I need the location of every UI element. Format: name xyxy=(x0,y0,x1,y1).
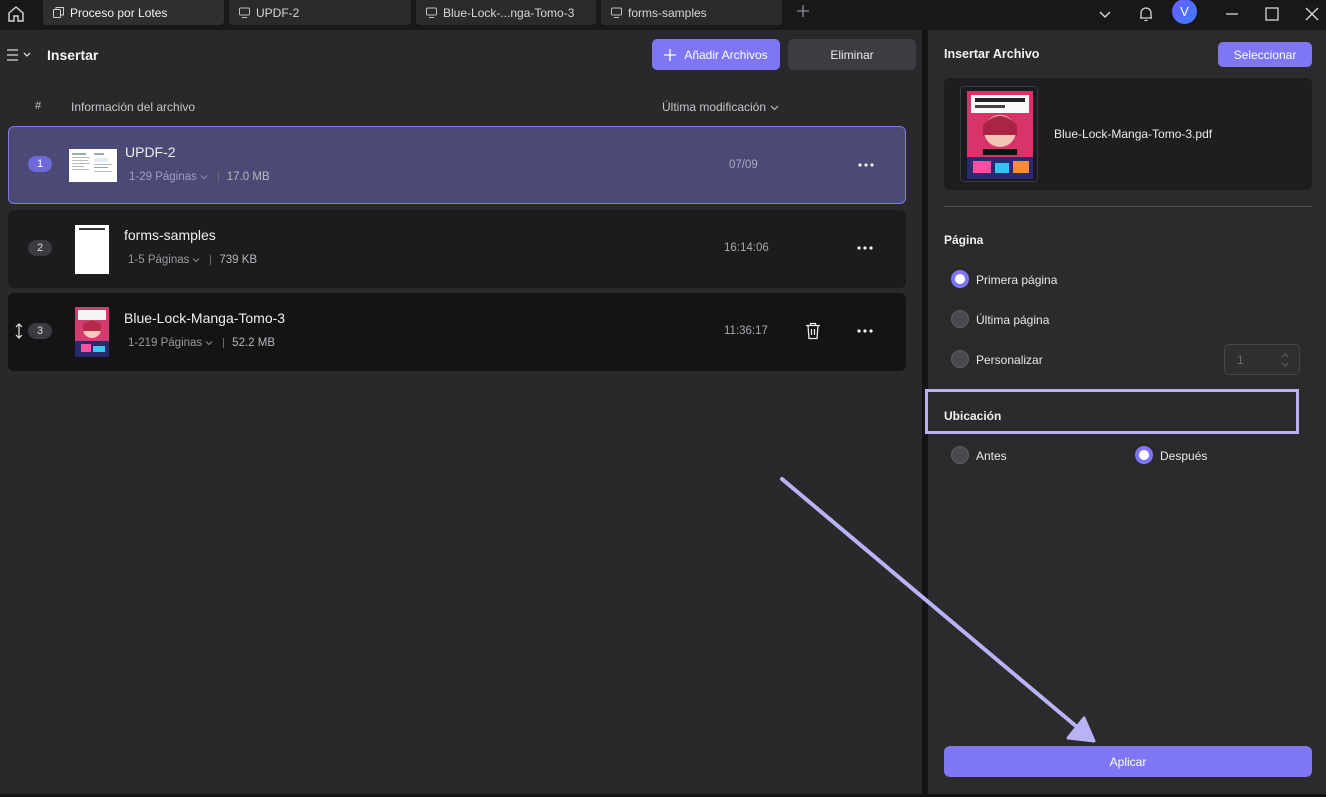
file-date: 16:14:06 xyxy=(724,242,769,254)
file-row[interactable]: 3 Blue-Lock-Manga-Tomo-3 1-219 Páginas 5… xyxy=(8,293,906,371)
file-size: 52.2 MB xyxy=(232,337,275,349)
avatar-initial: V xyxy=(1180,4,1189,19)
menu-toggle[interactable] xyxy=(6,46,34,64)
page-range[interactable]: 1-5 Páginas xyxy=(128,254,189,266)
file-thumbnail xyxy=(75,307,109,357)
custom-page-value: 1 xyxy=(1237,353,1244,367)
row-number: 1 xyxy=(28,156,52,172)
divider xyxy=(944,206,1312,207)
row-number: 2 xyxy=(28,240,52,256)
radio-after[interactable] xyxy=(1135,446,1153,464)
tab-blue-lock[interactable]: Blue-Lock-...nga-Tomo-3 xyxy=(416,0,596,25)
file-size: 17.0 MB xyxy=(226,171,270,183)
avatar[interactable]: V xyxy=(1172,0,1197,24)
document-tab-icon xyxy=(424,6,438,20)
file-row[interactable]: 1 UPDF-2 1-29 Páginas 17.0 MB 07/09 xyxy=(8,126,906,204)
bell-icon[interactable] xyxy=(1134,2,1158,26)
apply-label: Aplicar xyxy=(1109,754,1147,769)
chevron-down-icon xyxy=(200,175,208,180)
radio-after-label[interactable]: Después xyxy=(1160,449,1207,463)
title-bar: Proceso por Lotes UPDF-2 Blue-Lock-...ng… xyxy=(0,0,1326,30)
radio-before-label[interactable]: Antes xyxy=(976,449,1007,463)
file-meta: 1-29 Páginas 17.0 MB xyxy=(129,171,270,183)
file-thumbnail xyxy=(69,149,117,182)
document-tab-icon xyxy=(609,6,623,20)
close-icon[interactable] xyxy=(1300,2,1324,26)
tab-label: forms-samples xyxy=(628,5,707,20)
file-thumbnail xyxy=(75,225,109,274)
radio-last-page[interactable] xyxy=(951,310,969,328)
chevron-down-icon[interactable] xyxy=(1093,2,1117,26)
location-section-title: Ubicación xyxy=(944,409,1002,423)
radio-last-page-label[interactable]: Última página xyxy=(976,313,1049,327)
file-list-pane: Insertar Añadir Archivos Eliminar # Info… xyxy=(0,30,922,797)
more-options-icon[interactable] xyxy=(856,155,876,175)
radio-custom-page[interactable] xyxy=(951,350,969,368)
selected-file-card: Blue-Lock-Manga-Tomo-3.pdf xyxy=(944,78,1312,190)
selected-file-name: Blue-Lock-Manga-Tomo-3.pdf xyxy=(1054,127,1213,141)
more-options-icon[interactable] xyxy=(855,238,875,258)
file-meta: 1-5 Páginas 739 KB xyxy=(128,254,257,266)
apply-button[interactable]: Aplicar xyxy=(944,746,1312,777)
page-range[interactable]: 1-219 Páginas xyxy=(128,337,202,349)
page-title: Insertar xyxy=(47,47,99,63)
tab-label: Blue-Lock-...nga-Tomo-3 xyxy=(443,5,575,20)
row-number: 3 xyxy=(28,323,52,339)
document-tab-icon xyxy=(237,6,251,20)
select-file-button[interactable]: Seleccionar xyxy=(1218,42,1312,67)
radio-first-page[interactable] xyxy=(951,270,969,288)
batch-icon xyxy=(51,6,65,20)
radio-before[interactable] xyxy=(951,446,969,464)
insert-settings-panel: Insertar Archivo Seleccionar Blue-Lock-M… xyxy=(925,30,1326,797)
tab-updf-2[interactable]: UPDF-2 xyxy=(229,0,411,25)
plus-icon[interactable] xyxy=(793,3,813,23)
file-row[interactable]: 2 forms-samples 1-5 Páginas 739 KB 16:14… xyxy=(8,210,906,288)
minimize-icon[interactable] xyxy=(1220,2,1244,26)
drag-handle-icon[interactable] xyxy=(14,323,24,339)
tab-label: UPDF-2 xyxy=(256,5,300,20)
page-section-title: Página xyxy=(944,233,984,247)
list-menu-icon xyxy=(7,49,31,61)
selected-file-thumbnail xyxy=(960,86,1038,182)
tab-batch-process[interactable]: Proceso por Lotes xyxy=(43,0,224,25)
radio-first-page-label[interactable]: Primera página xyxy=(976,273,1057,287)
page-range[interactable]: 1-29 Páginas xyxy=(129,171,197,183)
radio-custom-page-label[interactable]: Personalizar xyxy=(976,353,1043,367)
maximize-icon[interactable] xyxy=(1260,2,1284,26)
file-size: 739 KB xyxy=(219,254,258,266)
file-name: UPDF-2 xyxy=(125,144,176,160)
delete-button[interactable]: Eliminar xyxy=(788,39,916,70)
delete-label: Eliminar xyxy=(830,47,874,62)
tab-forms-samples[interactable]: forms-samples xyxy=(601,0,782,25)
column-header-file-info: Información del archivo xyxy=(71,100,196,114)
file-meta: 1-219 Páginas 52.2 MB xyxy=(128,337,275,349)
plus-icon xyxy=(664,48,677,61)
chevron-down-icon xyxy=(205,341,213,346)
more-options-icon[interactable] xyxy=(855,321,875,341)
tab-label: Proceso por Lotes xyxy=(70,5,168,20)
last-modified-label: Última modificación xyxy=(662,100,767,114)
stepper-arrows-icon[interactable] xyxy=(1280,350,1290,370)
chevron-down-icon xyxy=(770,105,779,110)
file-name: forms-samples xyxy=(124,227,216,243)
select-label: Seleccionar xyxy=(1233,47,1297,62)
file-name: Blue-Lock-Manga-Tomo-3 xyxy=(124,310,286,326)
add-files-label: Añadir Archivos xyxy=(684,47,768,62)
column-header-last-modified[interactable]: Última modificación xyxy=(662,100,779,114)
column-header-number: # xyxy=(35,100,42,112)
trash-icon[interactable] xyxy=(803,320,823,342)
home-icon[interactable] xyxy=(4,2,28,26)
file-date: 11:36:17 xyxy=(724,325,768,337)
file-date: 07/09 xyxy=(729,159,758,171)
chevron-down-icon xyxy=(193,258,200,263)
custom-page-stepper[interactable]: 1 xyxy=(1224,344,1300,375)
panel-title: Insertar Archivo xyxy=(944,47,1040,61)
add-files-button[interactable]: Añadir Archivos xyxy=(652,39,780,70)
